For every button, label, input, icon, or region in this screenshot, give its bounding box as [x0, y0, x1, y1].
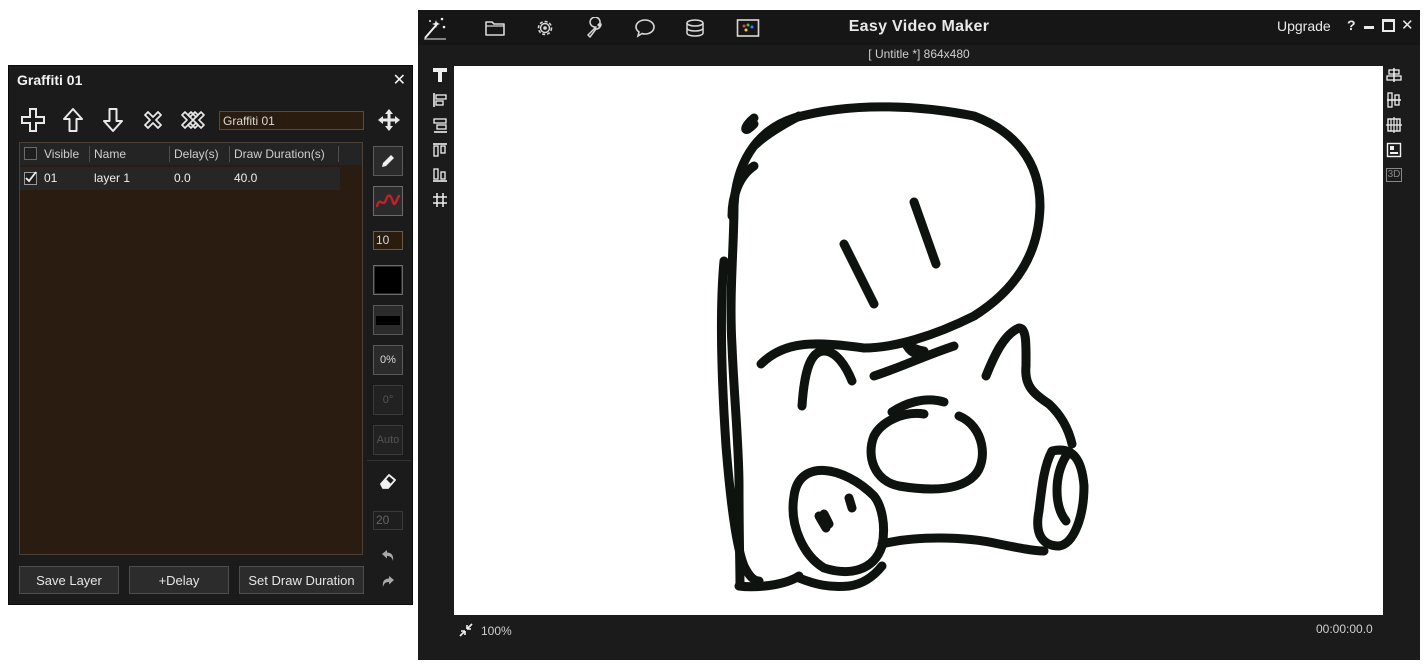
- editor-window: Easy Video Maker Upgrade ? ✕ [ Untitle *…: [418, 10, 1420, 660]
- document-title: [ Untitle *] 864x480: [868, 47, 970, 61]
- eraser-icon: [380, 474, 396, 489]
- save-layer-button[interactable]: Save Layer: [19, 566, 119, 594]
- distribute-vertical-button[interactable]: [1384, 90, 1404, 110]
- 3d-label: 3D: [1385, 168, 1403, 182]
- drawing-canvas[interactable]: [454, 66, 1383, 615]
- layer-index: 01: [44, 171, 58, 185]
- auto-button: Auto: [373, 425, 403, 455]
- distribute-horizontal-button[interactable]: [1384, 65, 1404, 85]
- undo-button[interactable]: [378, 546, 398, 566]
- stroke-style-button[interactable]: [373, 186, 403, 216]
- column-name: Name: [94, 147, 127, 161]
- 3d-button[interactable]: 3D: [1384, 165, 1404, 185]
- align-top-button[interactable]: [430, 140, 450, 160]
- move-tool-button[interactable]: [375, 106, 403, 134]
- layer-name: layer 1: [94, 171, 131, 185]
- zoom-level: 100%: [481, 624, 512, 638]
- move-layer-down-button[interactable]: [99, 106, 127, 134]
- distribute-vertical-icon: [1387, 92, 1401, 108]
- fill-bar-icon: [376, 315, 400, 325]
- graffiti-drawing: [716, 102, 1089, 592]
- layout-icon: [1386, 142, 1402, 158]
- layer-delay: 0.0: [174, 171, 191, 185]
- panel-title: Graffiti 01: [17, 72, 83, 88]
- move-down-icon: [103, 108, 123, 132]
- delete-all-layers-button[interactable]: [179, 106, 207, 134]
- grid-icon: [433, 193, 447, 207]
- redo-icon: [382, 576, 394, 587]
- align-top-icon: [433, 143, 447, 157]
- shrink-arrows-icon: [459, 623, 473, 637]
- timecode: 00:00:00.0: [1316, 622, 1373, 636]
- fill-style-button[interactable]: [373, 305, 403, 335]
- distribute-horizontal-icon: [1386, 68, 1402, 82]
- help-button[interactable]: ?: [1347, 17, 1356, 33]
- text-tool-button[interactable]: [430, 65, 450, 85]
- fit-zoom-button[interactable]: [456, 620, 476, 640]
- close-window-icon[interactable]: ✕: [1401, 16, 1414, 34]
- set-draw-duration-button[interactable]: Set Draw Duration: [239, 566, 364, 594]
- undo-icon: [382, 550, 394, 561]
- layers-list: Visible Name Delay(s) Draw Duration(s) 0…: [19, 142, 363, 555]
- column-delay: Delay(s): [174, 147, 219, 161]
- delete-all-icon: [181, 111, 205, 129]
- brush-color-button[interactable]: [373, 265, 403, 295]
- move-layer-up-button[interactable]: [59, 106, 87, 134]
- minimize-icon[interactable]: [1364, 26, 1374, 29]
- align-bottom-icon: [433, 168, 447, 182]
- graffiti-name-input[interactable]: [219, 111, 364, 130]
- text-tool-icon: [433, 68, 447, 82]
- grid-button[interactable]: [430, 190, 450, 210]
- checkmark-icon: [25, 171, 37, 183]
- column-draw-duration: Draw Duration(s): [234, 147, 325, 161]
- brush-size-field[interactable]: 10: [373, 231, 403, 250]
- eraser-tool-button[interactable]: [373, 466, 403, 496]
- align-right-button[interactable]: [430, 115, 450, 135]
- align-right-icon: [433, 118, 447, 133]
- graffiti-panel: Graffiti 01 ✕ Visible: [8, 65, 413, 605]
- layer-duration: 40.0: [234, 171, 258, 185]
- align-left-icon: [433, 93, 447, 107]
- center-grid-icon: [1386, 117, 1402, 133]
- layers-header: Visible Name Delay(s) Draw Duration(s): [20, 143, 362, 165]
- rotation-button: 0°: [373, 385, 403, 415]
- move-up-icon: [63, 108, 83, 132]
- layer-row[interactable]: 01 layer 1 0.0 40.0: [20, 167, 340, 190]
- center-grid-button[interactable]: [1384, 115, 1404, 135]
- delete-icon: [144, 111, 162, 129]
- stroke-color-icon: [375, 194, 401, 208]
- maximize-icon[interactable]: [1382, 19, 1395, 32]
- add-delay-button[interactable]: +Delay: [129, 566, 229, 594]
- brush-color-swatch: [375, 267, 401, 293]
- delete-layer-button[interactable]: [139, 106, 167, 134]
- add-layer-button[interactable]: [19, 106, 47, 134]
- align-left-button[interactable]: [430, 90, 450, 110]
- app-title: Easy Video Maker: [848, 18, 990, 35]
- add-icon: [21, 108, 45, 132]
- redo-button[interactable]: [378, 572, 398, 592]
- column-visible: Visible: [44, 147, 80, 161]
- align-bottom-button[interactable]: [430, 165, 450, 185]
- close-icon[interactable]: ✕: [393, 70, 406, 90]
- eraser-size-field: 20: [373, 511, 403, 530]
- move-tool-icon: [378, 109, 400, 131]
- select-all-checkbox[interactable]: [24, 147, 37, 160]
- layout-button[interactable]: [1384, 140, 1404, 160]
- pencil-icon: [382, 155, 394, 167]
- upgrade-link[interactable]: Upgrade: [1277, 18, 1331, 34]
- opacity-button[interactable]: 0%: [373, 345, 403, 375]
- layer-visible-checkbox[interactable]: [24, 171, 37, 185]
- pencil-tool-button[interactable]: [373, 146, 403, 176]
